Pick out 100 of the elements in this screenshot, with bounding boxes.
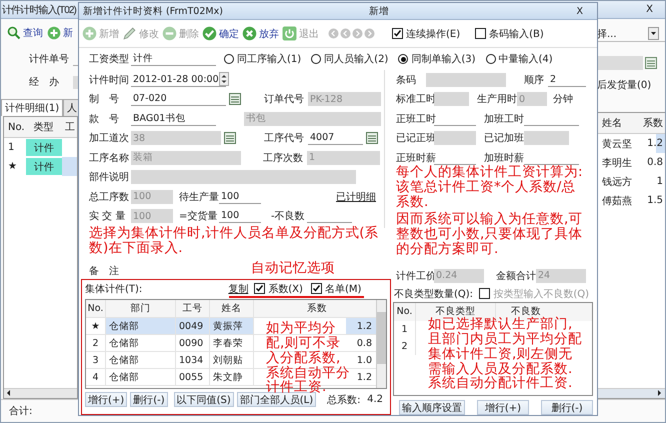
field-label: 订单代号 (264, 92, 305, 106)
field-label: 工序代号 (264, 132, 305, 146)
row-number: 3 (86, 352, 106, 368)
annotation-text: 选择为集体计件时,计件人员名单及分配方式(系数)在下面录入. (89, 226, 380, 256)
input-field[interactable] (434, 92, 469, 106)
column-header: 工号 (176, 300, 210, 317)
column-header: No. (394, 302, 416, 320)
scrollbar[interactable] (376, 300, 386, 388)
spinner-icon[interactable] (218, 72, 229, 86)
row-number: ★ (7, 160, 18, 174)
copy-label: 复制 (228, 282, 248, 296)
action-button[interactable]: 输入顺序设置 (399, 400, 465, 414)
column-header: No. (86, 300, 106, 317)
input-field[interactable]: 4007 (308, 131, 363, 146)
input-field[interactable] (73, 76, 78, 88)
field-label: 正班时薪 (396, 152, 434, 165)
input-field[interactable]: 计件 (131, 52, 216, 66)
action-button[interactable]: 增行(+) (477, 400, 529, 414)
table-cell[interactable]: 仓储部 (106, 335, 176, 351)
field-label: 标准工时 (396, 92, 434, 106)
input-field[interactable] (597, 56, 643, 70)
table-cell[interactable]: 仓储部 (106, 352, 176, 368)
input-field[interactable] (131, 170, 356, 184)
input-field[interactable]: 07-020 (131, 92, 226, 106)
table-cell: 刘朝贴 (210, 352, 254, 368)
checkbox[interactable]: 连续操作(E) (392, 26, 460, 40)
column-header: 姓名 (601, 117, 623, 131)
table-cell-text: 李明生 (601, 156, 633, 170)
table-cell-text: 0.8 (646, 156, 664, 170)
table-cell: 0055 (176, 369, 210, 385)
table-row[interactable]: 1 计件 (4, 138, 77, 157)
close-button[interactable]: X (576, 6, 583, 16)
action-button[interactable]: 部门全部人员(L) (236, 392, 316, 407)
input-field[interactable] (434, 131, 476, 146)
annotation-text: 因而系统可以输入为任意数,可整数也可小数,只要体现了具体的分配方案即可. (396, 212, 584, 257)
radio-button[interactable]: 中量输入(4) (486, 52, 553, 66)
calendar-icon[interactable] (229, 93, 241, 106)
input-field[interactable]: 2 (548, 72, 586, 87)
row-number: 2 (394, 338, 416, 354)
calendar-icon[interactable] (366, 132, 378, 144)
scroll-left-icon[interactable] (5, 389, 12, 397)
search-button[interactable]: 查询 (7, 26, 43, 40)
tab[interactable]: 计件明细(1) (1, 99, 64, 116)
field-label: 正班工时 (396, 112, 434, 126)
input-field[interactable]: BAG01书包 (131, 112, 216, 126)
nav-button[interactable] (364, 28, 375, 39)
column-header: 类型 (32, 120, 54, 135)
table-row[interactable]: 钱远方 1 (598, 172, 665, 191)
radio-button[interactable]: 同工序输入(1) (224, 52, 302, 66)
table-row[interactable]: 李明生 0.8 (598, 153, 665, 172)
calendar-icon[interactable] (645, 57, 657, 69)
action-button[interactable]: 删行(-) (541, 400, 593, 414)
table-cell: 黄振萍 (210, 318, 254, 334)
checkbox[interactable]: 名单(M) (310, 282, 362, 296)
scrollbar[interactable] (4, 388, 77, 398)
window-title: 计件计时输入(T02) (2, 4, 76, 16)
nav-button[interactable] (340, 28, 351, 39)
table-cell-text: 1.2 (356, 370, 373, 384)
radio-button[interactable]: 同制单输入(3) (398, 52, 476, 66)
action-button[interactable]: 以下同值(S) (174, 392, 234, 407)
input-field[interactable] (524, 131, 569, 146)
mode-label: 新增 (369, 4, 389, 18)
scrollbar[interactable] (598, 388, 665, 398)
column-header: 工 (64, 121, 76, 135)
details-link[interactable]: 已计明细 (336, 190, 376, 204)
checkbox[interactable]: 条码输入(B) (475, 26, 544, 40)
field-label: 工序次数 (263, 152, 304, 165)
field-label: 顺序 (524, 74, 545, 87)
nav-button[interactable] (328, 28, 339, 39)
total-value: 4.2 (367, 394, 383, 405)
scroll-right-icon[interactable] (656, 389, 663, 397)
table-cell[interactable]: 仓储部 (106, 369, 176, 385)
input-field[interactable]: 2012-01-28 00:00 (131, 72, 226, 87)
table-cell: 朱文静 (210, 369, 254, 385)
close-button[interactable]: X (646, 4, 653, 15)
radio-button[interactable]: 同人员输入(2) (311, 52, 388, 66)
toolbar-button[interactable]: 放弃 (242, 26, 279, 41)
calendar-icon[interactable] (224, 132, 236, 144)
input-field[interactable]: 100 (219, 190, 261, 204)
nav-button[interactable] (352, 28, 363, 39)
table-row[interactable]: 傅茹燕 1.5 (598, 191, 665, 210)
add-button[interactable]: 新 (47, 26, 73, 40)
row-number: 4 (86, 369, 106, 385)
field-label: 总工序数 (89, 190, 130, 204)
table-cell-text: 傅茹燕 (601, 194, 633, 208)
field-label: 经 办 (29, 76, 60, 89)
action-button[interactable]: 增行(+) (85, 392, 128, 407)
unit-label: 分钟 (553, 92, 573, 106)
checkbox[interactable]: 系数(X) (254, 282, 303, 296)
table-cell: 1034 (176, 352, 210, 368)
action-button[interactable]: 删行(-) (130, 392, 168, 407)
input-field[interactable]: 100 (219, 209, 261, 224)
table-cell: 0049 (176, 318, 210, 334)
input-field[interactable] (426, 72, 506, 87)
table-cell[interactable]: 仓储部 (106, 318, 176, 334)
field-label: 条码 (396, 74, 417, 87)
table-cell: 计件 (26, 158, 62, 175)
toolbar-button[interactable]: 确定 (202, 26, 239, 41)
table-cell-text: 黄云坚 (601, 138, 633, 152)
field-label: 计件工价 (396, 270, 434, 283)
